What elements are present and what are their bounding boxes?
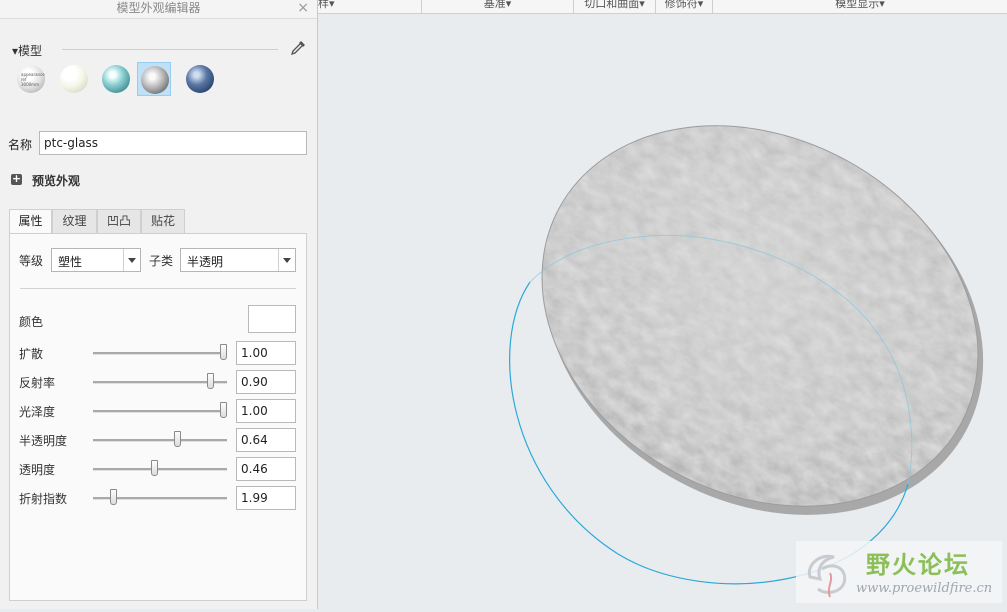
tab-decal[interactable]: 贴花 xyxy=(141,209,185,233)
subtype-select[interactable]: 半透明 xyxy=(180,248,296,272)
property-label: 透明度 xyxy=(19,463,56,477)
glass-ball-icon xyxy=(141,66,169,94)
toolbar-group-datum[interactable]: 基准▾ xyxy=(422,0,574,13)
name-label: 名称 xyxy=(8,138,33,152)
property-slider[interactable] xyxy=(93,343,227,363)
white-ball-icon xyxy=(60,65,88,93)
slider-thumb[interactable] xyxy=(220,344,227,360)
preview-appearance-label: 预览外观 xyxy=(32,174,81,188)
blue-ball-icon xyxy=(186,65,214,93)
toolbar-group-style[interactable]: 样▾ xyxy=(318,0,422,13)
slider-thumb[interactable] xyxy=(220,402,227,418)
property-slider[interactable] xyxy=(93,459,227,479)
property-value-input[interactable]: 0.90 xyxy=(236,370,296,394)
swatch-glass-selected[interactable] xyxy=(137,62,171,96)
slider-track xyxy=(93,352,227,355)
slider-thumb[interactable] xyxy=(207,373,215,389)
texture-ball-icon: appearance ref 3000mm xyxy=(17,65,45,93)
property-value-input[interactable]: 0.46 xyxy=(236,457,296,481)
tab-bump[interactable]: 凹凸 xyxy=(97,209,141,233)
property-label: 半透明度 xyxy=(19,434,68,448)
chevron-down-icon xyxy=(123,249,140,271)
slider-track xyxy=(93,410,227,413)
chevron-down-icon xyxy=(278,249,295,271)
color-label: 颜色 xyxy=(19,315,44,329)
slider-thumb[interactable] xyxy=(150,460,158,476)
tab-properties[interactable]: 属性 xyxy=(9,209,52,234)
glass-disc xyxy=(541,125,984,515)
expand-plus-icon: + xyxy=(11,172,22,185)
property-value-input[interactable]: 1.99 xyxy=(236,486,296,510)
slider-track xyxy=(93,468,227,471)
property-slider[interactable] xyxy=(93,372,227,392)
model-section-toggle[interactable]: ▾模型 xyxy=(12,42,42,59)
property-value-input[interactable]: 1.00 xyxy=(236,399,296,423)
slider-thumb[interactable] xyxy=(109,489,117,505)
teal-ball-icon xyxy=(102,65,130,93)
grade-value: 塑性 xyxy=(58,255,83,269)
model-section-header: ▾模型 xyxy=(12,40,306,59)
grade-select[interactable]: 塑性 xyxy=(51,248,141,272)
grade-label: 等级 xyxy=(19,254,44,268)
swatch-blue[interactable] xyxy=(183,62,217,96)
swatch-tiny-text: appearance ref 3000mm xyxy=(21,72,45,87)
swatch-texture[interactable]: appearance ref 3000mm xyxy=(14,62,48,96)
section-divider xyxy=(62,49,278,50)
appearance-editor-panel: 模型外观编辑器 × ▾模型 appearance ref 3000mm 名称 +… xyxy=(0,0,318,609)
property-label: 扩散 xyxy=(19,347,44,361)
property-label: 反射率 xyxy=(19,376,56,390)
panel-title: 模型外观编辑器 × xyxy=(0,0,317,19)
properties-tab-body: 等级 塑性 子类 半透明 颜色 扩散 1.00 反射率 0.90 光泽度 1.00 半透明度… xyxy=(9,233,307,601)
properties-divider xyxy=(20,288,296,289)
name-input[interactable] xyxy=(39,131,307,155)
toolbar-group-modifiers[interactable]: 修饰符▾ xyxy=(656,0,713,13)
subtype-value: 半透明 xyxy=(187,255,224,269)
slider-thumb[interactable] xyxy=(173,431,181,447)
property-value-input[interactable]: 1.00 xyxy=(236,341,296,365)
property-slider[interactable] xyxy=(93,488,227,508)
toolbar-group-cut-surface[interactable]: 切口和曲面▾ xyxy=(574,0,656,13)
watermark-url: www.proewildfire.cn xyxy=(856,581,993,596)
color-picker-swatch[interactable] xyxy=(248,305,296,333)
subtype-label: 子类 xyxy=(149,254,174,268)
property-slider[interactable] xyxy=(93,401,227,421)
property-slider[interactable] xyxy=(93,430,227,450)
slider-track xyxy=(93,439,227,442)
swatch-teal[interactable] xyxy=(99,62,133,96)
property-value-input[interactable]: 0.64 xyxy=(236,428,296,452)
model-render xyxy=(509,125,984,585)
watermark-title: 野火论坛 xyxy=(866,551,970,579)
panel-title-text: 模型外观编辑器 xyxy=(116,1,201,15)
close-icon[interactable]: × xyxy=(297,0,309,16)
tab-texture[interactable]: 纹理 xyxy=(52,209,97,233)
eyedropper-icon[interactable] xyxy=(290,40,306,56)
swatch-white[interactable] xyxy=(57,62,91,96)
wildfire-logo-icon xyxy=(807,554,847,598)
toolbar-group-model-display[interactable]: 模型显示▾ xyxy=(713,0,1007,13)
graphics-viewport[interactable] xyxy=(318,14,1007,609)
property-label: 折射指数 xyxy=(19,492,68,506)
property-label: 光泽度 xyxy=(19,405,56,419)
forum-watermark: 野火论坛 www.proewildfire.cn xyxy=(796,541,1002,603)
ribbon-group-bar: 样▾ 基准▾ 切口和曲面▾ 修饰符▾ 模型显示▾ xyxy=(318,0,1007,14)
